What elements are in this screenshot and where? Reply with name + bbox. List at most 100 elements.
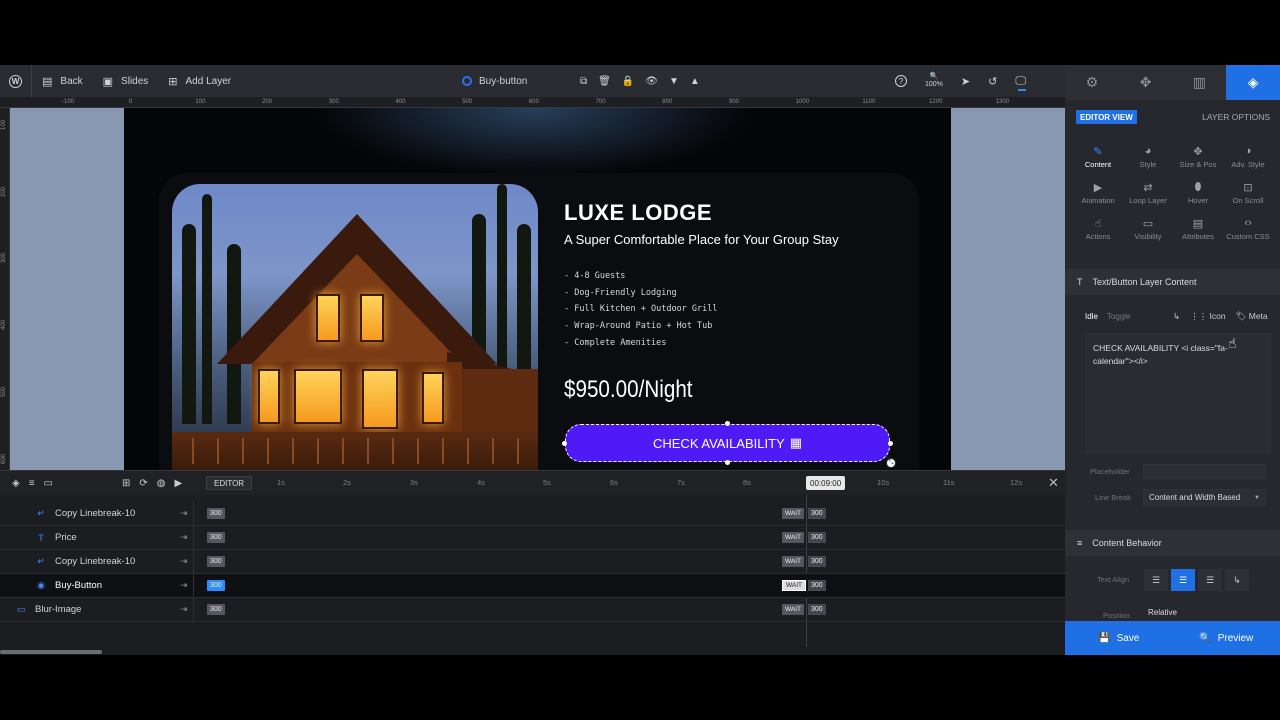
timeline-row[interactable]: T Price ⇥ 300 WAIT 300: [0, 526, 1065, 550]
current-time-marker[interactable]: 00:09:00: [806, 476, 846, 490]
end-value[interactable]: 300: [808, 532, 826, 543]
grid-icon[interactable]: ⊞: [122, 478, 130, 489]
meta-button[interactable]: 🏷 Meta: [1236, 311, 1268, 322]
icon-button[interactable]: ⋮⋮ Icon: [1190, 311, 1225, 322]
timeline-editor-tab[interactable]: EDITOR: [206, 476, 253, 490]
loop-icon[interactable]: ⟳: [139, 478, 147, 489]
list-icon[interactable]: ≡: [29, 478, 35, 489]
option-size-pos[interactable]: ✥ Size & Pos: [1173, 145, 1223, 169]
option-hover[interactable]: ⬮ Hover: [1173, 181, 1223, 205]
caret-down-icon[interactable]: ▼: [669, 76, 679, 87]
option-on-scroll[interactable]: ⊡ On Scroll: [1223, 181, 1273, 205]
wait-badge[interactable]: WAIT: [782, 532, 805, 543]
collapse-icon[interactable]: ⇥: [180, 580, 188, 591]
option-attributes[interactable]: ▤ Attributes: [1173, 217, 1223, 241]
option-adv-style[interactable]: ◑ Adv. Style: [1223, 145, 1273, 169]
wait-badge[interactable]: WAIT: [782, 604, 805, 615]
timeline-row[interactable]: ↵ Copy Linebreak-10 ⇥ 300 WAIT 300: [0, 502, 1065, 526]
help-icon[interactable]: ?: [895, 75, 907, 87]
lock-icon[interactable]: 🔒: [622, 76, 634, 87]
check-availability-button[interactable]: CHECK AVAILABILITY ▦: [565, 424, 890, 462]
lodge-photo[interactable]: [172, 184, 538, 470]
align-left-icon[interactable]: ☰: [1144, 569, 1168, 591]
end-value[interactable]: 300: [808, 580, 826, 591]
trash-icon[interactable]: 🗑: [598, 76, 611, 87]
resize-icon[interactable]: ⤡: [886, 458, 896, 468]
layers-icon[interactable]: ◈: [12, 478, 20, 489]
back-button[interactable]: ▤ Back: [32, 65, 93, 97]
timeline-scrollbar[interactable]: [0, 650, 102, 654]
end-value[interactable]: 300: [808, 556, 826, 567]
selection-handle[interactable]: [888, 441, 893, 446]
align-center-icon[interactable]: ☰: [1171, 569, 1195, 591]
duration-value[interactable]: 300: [207, 508, 225, 519]
wordpress-logo-button[interactable]: W: [0, 65, 32, 97]
duration-value[interactable]: 300: [207, 580, 225, 591]
wait-badge[interactable]: WAIT: [782, 556, 805, 567]
add-layer-button[interactable]: ⊞ Add Layer: [158, 65, 241, 97]
option-actions[interactable]: ☝ Actions: [1073, 217, 1123, 241]
option-content[interactable]: ✎ Content: [1073, 145, 1123, 169]
collapse-icon[interactable]: ⇥: [180, 508, 188, 519]
option-animation[interactable]: ▶ Animation: [1073, 181, 1123, 205]
horizontal-ruler: -100 0 100 200 300 400 500 600 700 800 900 1000 1100…: [0, 97, 1065, 108]
collapse-icon[interactable]: ⇥: [180, 532, 188, 543]
layer-selector[interactable]: Buy-button: [462, 65, 527, 97]
slides-button[interactable]: ▣ Slides: [93, 65, 159, 97]
selection-handle[interactable]: [562, 441, 567, 446]
timeline-row-selected[interactable]: ◉ Buy-Button ⇥ 300 WAIT 300: [0, 574, 1065, 598]
collapse-icon[interactable]: ⇥: [180, 604, 188, 615]
slide-options-tab[interactable]: ▥: [1172, 65, 1227, 100]
toggle-tab[interactable]: Toggle: [1107, 312, 1131, 321]
option-visibility[interactable]: ▭ Visibility: [1123, 217, 1173, 241]
selection-handle[interactable]: [725, 460, 730, 465]
end-value[interactable]: 300: [808, 508, 826, 519]
feature-list[interactable]: - 4-8 Guests - Dog-Friendly Lodging - Fu…: [564, 268, 718, 352]
linebreak-icon[interactable]: ↳: [1173, 311, 1180, 322]
close-icon[interactable]: ✕: [1048, 475, 1059, 491]
globe-icon[interactable]: ◍: [157, 478, 166, 489]
pointer-icon[interactable]: ➤: [961, 75, 970, 88]
eye-icon[interactable]: 👁: [645, 76, 658, 87]
duration-value[interactable]: 300: [207, 532, 225, 543]
price-text[interactable]: $950.00/Night: [564, 376, 693, 404]
duration-value[interactable]: 300: [207, 556, 225, 567]
caret-up-icon[interactable]: ▲: [690, 76, 700, 87]
placeholder-input[interactable]: [1143, 464, 1266, 479]
wait-badge[interactable]: WAIT: [782, 508, 805, 519]
undo-icon[interactable]: ↺: [988, 75, 997, 88]
timeline-row[interactable]: ▭ Blur-Image ⇥ 300 WAIT 300: [0, 598, 1065, 622]
desktop-view-icon[interactable]: 🖵: [1015, 75, 1026, 91]
option-loop-layer[interactable]: ⇄ Loop Layer: [1123, 181, 1173, 205]
preview-button[interactable]: 🔍 Preview: [1173, 633, 1280, 644]
behavior-section-header[interactable]: ≡ Content Behavior: [1065, 530, 1280, 556]
editor-view-badge[interactable]: EDITOR VIEW: [1076, 110, 1137, 124]
settings-tab[interactable]: ⚙: [1065, 65, 1119, 100]
end-value[interactable]: 300: [808, 604, 826, 615]
position-select[interactable]: Relative: [1143, 608, 1266, 622]
navigation-tab[interactable]: ✥: [1118, 65, 1173, 100]
idle-tab[interactable]: Idle: [1085, 312, 1098, 321]
duplicate-icon[interactable]: ⧉: [580, 76, 587, 87]
linebreak-select[interactable]: Content and Width Based ▼: [1143, 489, 1266, 506]
content-textarea[interactable]: CHECK AVAILABILITY <i class="fa-calendar…: [1085, 333, 1271, 453]
layers-tab[interactable]: ◈: [1226, 65, 1280, 100]
selection-handle[interactable]: [725, 421, 730, 426]
duration-value[interactable]: 300: [207, 604, 225, 615]
ruler-tick: 600: [1, 453, 7, 464]
option-custom-css[interactable]: ‹› Custom CSS: [1223, 217, 1273, 241]
timeline-row[interactable]: ↵ Copy Linebreak-10 ⇥ 300 WAIT 300: [0, 550, 1065, 574]
save-button[interactable]: 💾 Save: [1065, 633, 1173, 644]
zoom-control[interactable]: 🔍 100%: [925, 73, 943, 89]
image-icon: ▭: [16, 604, 26, 614]
wait-badge[interactable]: WAIT: [782, 580, 807, 591]
option-style[interactable]: ◕ Style: [1123, 145, 1173, 169]
collapse-icon[interactable]: ⇥: [180, 556, 188, 567]
play-icon[interactable]: ▶: [175, 478, 183, 489]
content-section-header[interactable]: T Text/Button Layer Content: [1065, 269, 1280, 295]
slide-title[interactable]: LUXE LODGE: [564, 200, 712, 226]
slide-subtitle[interactable]: A Super Comfortable Place for Your Group…: [564, 232, 839, 247]
folder-icon[interactable]: ▭: [44, 478, 53, 489]
align-right-icon[interactable]: ☰: [1198, 569, 1222, 591]
align-inherit-icon[interactable]: ↳: [1225, 569, 1249, 591]
